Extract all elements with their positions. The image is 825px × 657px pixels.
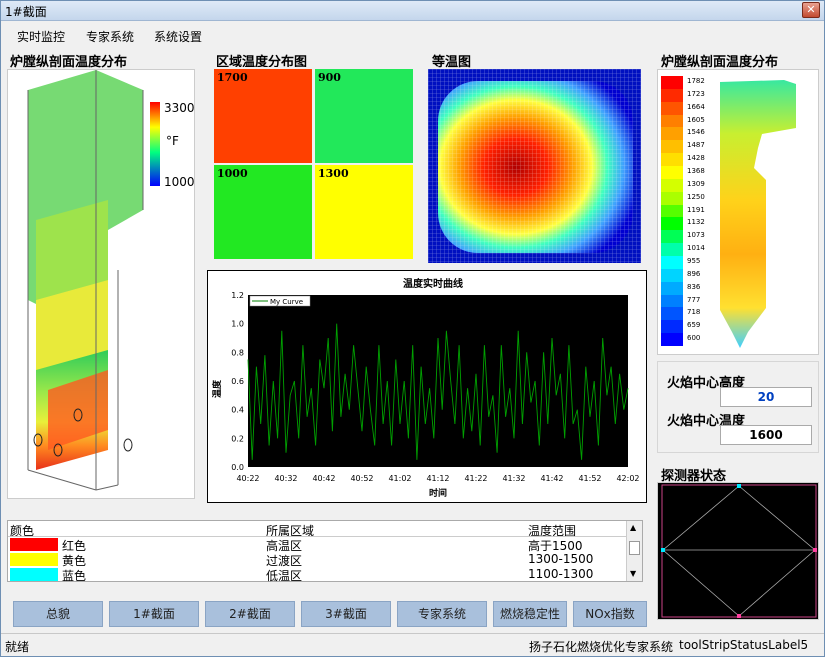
x-axis-label: 时间 — [429, 487, 447, 499]
nox-index-button[interactable]: NOx指数 — [573, 601, 647, 627]
isotherm-image — [428, 69, 641, 263]
table-scrollbar[interactable]: ▲ ▼ — [626, 521, 642, 581]
y-tick-label: 1.0 — [231, 320, 244, 329]
y-tick-label: 0.6 — [231, 377, 244, 386]
x-tick-label: 41:12 — [426, 474, 449, 483]
col-header-color: 颜色 — [10, 524, 35, 538]
zone-cell-1: 1700 — [214, 69, 312, 163]
x-tick-label: 41:32 — [502, 474, 525, 483]
flame-height-input[interactable]: 20 — [720, 387, 812, 407]
combustion-stability-button[interactable]: 燃烧稳定性 — [493, 601, 567, 627]
status-bar: 就绪 扬子石化燃烧优化专家系统 toolStripStatusLabel5 — [1, 633, 824, 656]
window-title: 1#截面 — [5, 5, 47, 19]
isotherm-map — [428, 69, 641, 263]
furnace-scale-min: 1000 — [164, 175, 195, 189]
table-row[interactable]: 蓝色 低温区 1100-1300 — [8, 567, 626, 583]
chart-title: 温度实时曲线 — [403, 277, 463, 290]
furnace-scale-unit: °F — [166, 134, 179, 148]
overview-button[interactable]: 总貌 — [13, 601, 103, 627]
table-row[interactable]: 红色 高温区 高于1500 — [8, 537, 626, 553]
x-tick-label: 40:42 — [312, 474, 335, 483]
color-swatch — [10, 568, 58, 581]
menu-bar: 实时监控 专家系统 系统设置 — [1, 23, 824, 45]
title-bar: 1#截面 ✕ — [1, 1, 824, 21]
x-tick-label: 40:52 — [350, 474, 373, 483]
chart-legend: My Curve — [249, 295, 311, 307]
furnace-scale-max: 3300 — [164, 101, 195, 115]
isotherm-title: 等温图 — [432, 55, 472, 70]
y-tick-label: 1.2 — [231, 291, 244, 300]
furnace-3d-image: 3300 °F 1000 — [27, 70, 195, 491]
furnace-left-title: 炉膛纵剖面温度分布 — [10, 55, 128, 70]
table-row[interactable]: 黄色 过渡区 1300-1500 — [8, 552, 626, 568]
menu-settings[interactable]: 系统设置 — [154, 28, 202, 45]
status-label5: toolStripStatusLabel5 — [679, 638, 809, 652]
y-axis-label: 温度 — [211, 379, 223, 398]
zone-grid: 1700 900 1000 1300 — [212, 67, 416, 263]
close-button[interactable]: ✕ — [802, 2, 820, 18]
section3-button[interactable]: 3#截面 — [301, 601, 391, 627]
x-tick-label: 41:42 — [540, 474, 563, 483]
x-tick-label: 41:22 — [464, 474, 487, 483]
flame-temp-input[interactable]: 1600 — [720, 425, 812, 445]
menu-realtime[interactable]: 实时监控 — [17, 28, 65, 45]
realtime-chart-svg: 温度实时曲线 My Curve 0.0 0.2 0.4 0.6 0.8 1.0 1.2 40… — [211, 277, 640, 499]
x-tick-label: 40:22 — [236, 474, 259, 483]
furnace-right-title: 炉膛纵剖面温度分布 — [661, 55, 779, 70]
realtime-chart: 温度实时曲线 My Curve 0.0 0.2 0.4 0.6 0.8 1.0 1.2 40… — [207, 270, 647, 503]
zone-cell-3: 1000 — [214, 165, 312, 259]
section1-button[interactable]: 1#截面 — [109, 601, 199, 627]
status-ready: 就绪 — [5, 640, 30, 654]
color-legend-table: 颜色 所属区域 温度范围 红色 高温区 高于1500 黄色 过渡区 1300-1… — [7, 520, 643, 583]
x-tick-label: 42:02 — [616, 474, 639, 483]
x-tick-label: 40:32 — [274, 474, 297, 483]
y-tick-label: 0.0 — [231, 463, 244, 472]
color-swatch — [10, 553, 58, 566]
furnace-2d-view: 1782 1723 1664 1605 1546 1487 1428 1368 1309 1250… — [657, 69, 819, 355]
y-tick-label: 0.2 — [231, 434, 244, 443]
section2-button[interactable]: 2#截面 — [205, 601, 295, 627]
furnace-3d-view: 3300 °F 1000 — [7, 69, 195, 499]
zone-cell-2: 900 — [315, 69, 413, 163]
menu-expert[interactable]: 专家系统 — [86, 28, 134, 45]
detector-view — [657, 482, 819, 620]
expert-system-button[interactable]: 专家系统 — [397, 601, 487, 627]
furnace-2d-image — [720, 80, 796, 348]
legend-label: My Curve — [270, 298, 303, 306]
zone-cell-4: 1300 — [315, 165, 413, 259]
flame-group: 火焰中心高度 20 火焰中心温度 1600 — [657, 361, 819, 453]
detector-diagram — [661, 484, 817, 618]
y-tick-label: 0.4 — [231, 406, 244, 415]
y-tick-label: 0.8 — [231, 348, 244, 357]
main-window: 1#截面 ✕ 实时监控 专家系统 系统设置 炉膛纵剖面温度分布 3300 °F … — [0, 0, 825, 657]
x-tick-label: 41:52 — [578, 474, 601, 483]
col-header-zone: 所属区域 — [266, 524, 315, 538]
x-tick-label: 41:02 — [388, 474, 411, 483]
status-app-name: 扬子石化燃烧优化专家系统 — [529, 640, 674, 654]
col-header-range: 温度范围 — [528, 524, 577, 538]
color-swatch — [10, 538, 58, 551]
